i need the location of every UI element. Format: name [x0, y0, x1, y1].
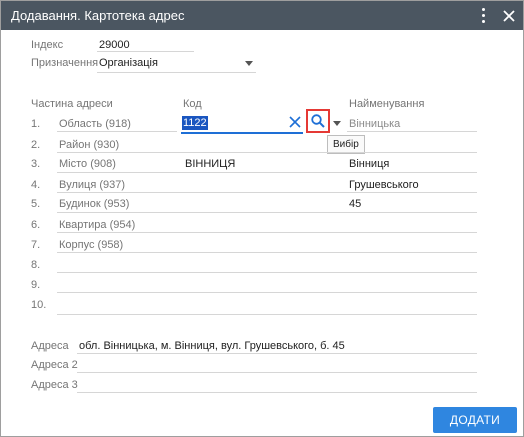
row-divider — [57, 152, 477, 153]
header-name: Найменування — [349, 98, 425, 110]
chevron-down-icon[interactable] — [245, 61, 253, 66]
search-icon — [311, 114, 325, 128]
name-cell[interactable]: Вінниця — [349, 158, 389, 170]
row-divider — [57, 232, 477, 233]
index-label: Індекс — [31, 39, 64, 51]
code-input[interactable]: 1122 — [182, 116, 208, 130]
row-divider — [57, 272, 477, 273]
row-number: 5. — [31, 198, 41, 210]
row-number: 9. — [31, 279, 41, 291]
name-cell[interactable]: 45 — [349, 198, 361, 210]
name-cell[interactable]: Грушевського — [349, 179, 419, 191]
row-divider — [57, 131, 177, 132]
row-number: 1. — [31, 118, 41, 130]
row-part-label: Корпус (958) — [59, 239, 124, 251]
code-cell[interactable]: ВІННИЦЯ — [185, 158, 235, 170]
row-number: 3. — [31, 158, 41, 170]
row-divider — [57, 172, 477, 173]
window-title: Додавання. Картотека адрес — [11, 8, 185, 23]
header-part: Частина адреси — [31, 98, 113, 110]
purpose-select[interactable]: Організація — [99, 57, 158, 69]
address-label: Адреса — [31, 340, 69, 352]
address-dialog: Додавання. Картотека адрес Індекс 29000 … — [0, 0, 524, 437]
index-field[interactable]: 29000 — [99, 39, 130, 51]
row-divider — [57, 252, 477, 253]
row-part-label: Район (930) — [59, 139, 120, 151]
search-button[interactable] — [306, 109, 330, 133]
address2-field[interactable] — [79, 359, 475, 372]
row-number: 7. — [31, 239, 41, 251]
address2-label: Адреса 2 — [31, 359, 78, 371]
row-number: 4. — [31, 179, 41, 191]
address3-label: Адреса 3 — [31, 379, 78, 391]
row-divider — [347, 131, 477, 132]
clear-icon[interactable] — [288, 114, 302, 130]
close-icon[interactable] — [497, 3, 521, 28]
address-field[interactable]: обл. Вінницька, м. Вінниця, вул. Грушевс… — [79, 340, 345, 352]
row-divider — [57, 292, 477, 293]
add-button[interactable]: ДОДАТИ — [433, 407, 517, 433]
name-cell[interactable]: Вінницька — [349, 118, 400, 130]
index-underline — [97, 51, 194, 52]
address2-underline — [77, 372, 477, 373]
title-bar: Додавання. Картотека адрес — [1, 1, 523, 30]
row-number: 6. — [31, 219, 41, 231]
address3-underline — [77, 392, 477, 393]
row-number: 10. — [31, 299, 47, 311]
row-divider — [57, 314, 477, 315]
purpose-underline — [97, 72, 256, 73]
row-number: 8. — [31, 259, 41, 271]
chevron-down-icon[interactable] — [333, 121, 341, 126]
row-part-label: Область (918) — [59, 118, 131, 130]
row-divider — [57, 212, 477, 213]
row-divider — [57, 192, 477, 193]
row-part-label: Місто (908) — [59, 158, 116, 170]
row-number: 2. — [31, 139, 41, 151]
purpose-label: Призначення — [31, 57, 99, 69]
address3-field[interactable] — [79, 379, 475, 392]
row-part-label: Будинок (953) — [59, 198, 130, 210]
row-part-label: Вулиця (937) — [59, 179, 126, 191]
address-underline — [77, 353, 477, 354]
header-code: Код — [183, 98, 202, 110]
kebab-icon[interactable] — [471, 3, 495, 28]
row-part-label: Квартира (954) — [59, 219, 136, 231]
code-input-underline — [181, 132, 303, 134]
